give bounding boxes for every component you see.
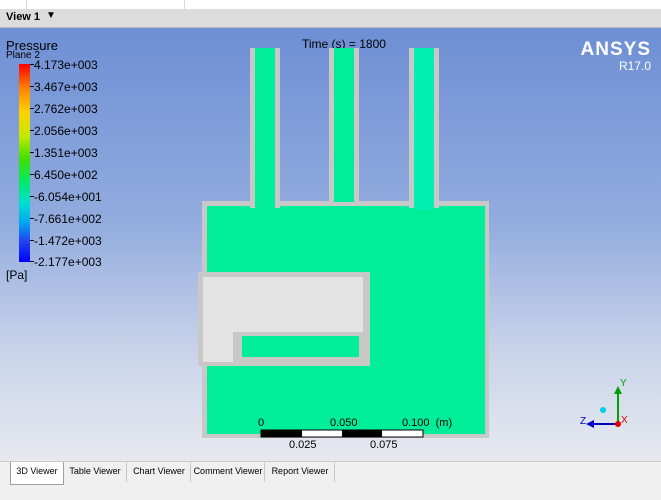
top-strip-tick	[26, 0, 27, 9]
axis-z-label: Z	[580, 416, 587, 427]
inlet-pipe-center	[334, 48, 354, 202]
tab-chart-viewer[interactable]: Chart Viewer	[128, 462, 191, 482]
axis-y-label: Y	[620, 378, 627, 389]
inlet-pipe-left	[255, 48, 275, 210]
tab-table-viewer[interactable]: Table Viewer	[64, 462, 127, 482]
scale-bar-segment	[342, 430, 382, 437]
tab-report-viewer[interactable]: Report Viewer	[266, 462, 335, 482]
tab-comment-viewer[interactable]: Comment Viewer	[192, 462, 265, 482]
3d-viewport[interactable]: Pressure Plane 2 4.173e+003 3.467e+003 2…	[0, 28, 661, 461]
top-strip-tick	[184, 0, 185, 9]
tab-3d-viewer[interactable]: 3D Viewer	[10, 462, 64, 485]
scale-label: 0.025	[289, 439, 317, 451]
inner-obstacle-lower-left	[203, 332, 233, 362]
view-title[interactable]: View 1	[6, 11, 40, 23]
top-strip	[0, 0, 661, 9]
dropdown-caret-icon[interactable]: ▼	[46, 10, 56, 21]
scale-bar-segment	[261, 430, 302, 437]
inner-channel-fluid	[242, 336, 359, 357]
view-selector-bar[interactable]: View 1 ▼	[0, 9, 661, 28]
scale-label: 0	[258, 417, 265, 429]
axis-triad: Y Z X	[580, 374, 640, 439]
scale-label: 0.100 (m)	[402, 417, 453, 429]
bottom-panel	[0, 485, 661, 500]
scale-label: 0.050	[330, 417, 358, 429]
axis-x-label: X	[621, 415, 628, 426]
inner-obstacle-upper	[203, 277, 363, 332]
inlet-pipe-right	[414, 48, 434, 210]
axis-triad-icon	[586, 386, 622, 428]
geometry-contour-plot	[198, 48, 489, 438]
scale-label: 0.075	[370, 439, 398, 451]
viewer-tab-bar: 3D Viewer Table Viewer Chart Viewer Comm…	[0, 461, 661, 485]
